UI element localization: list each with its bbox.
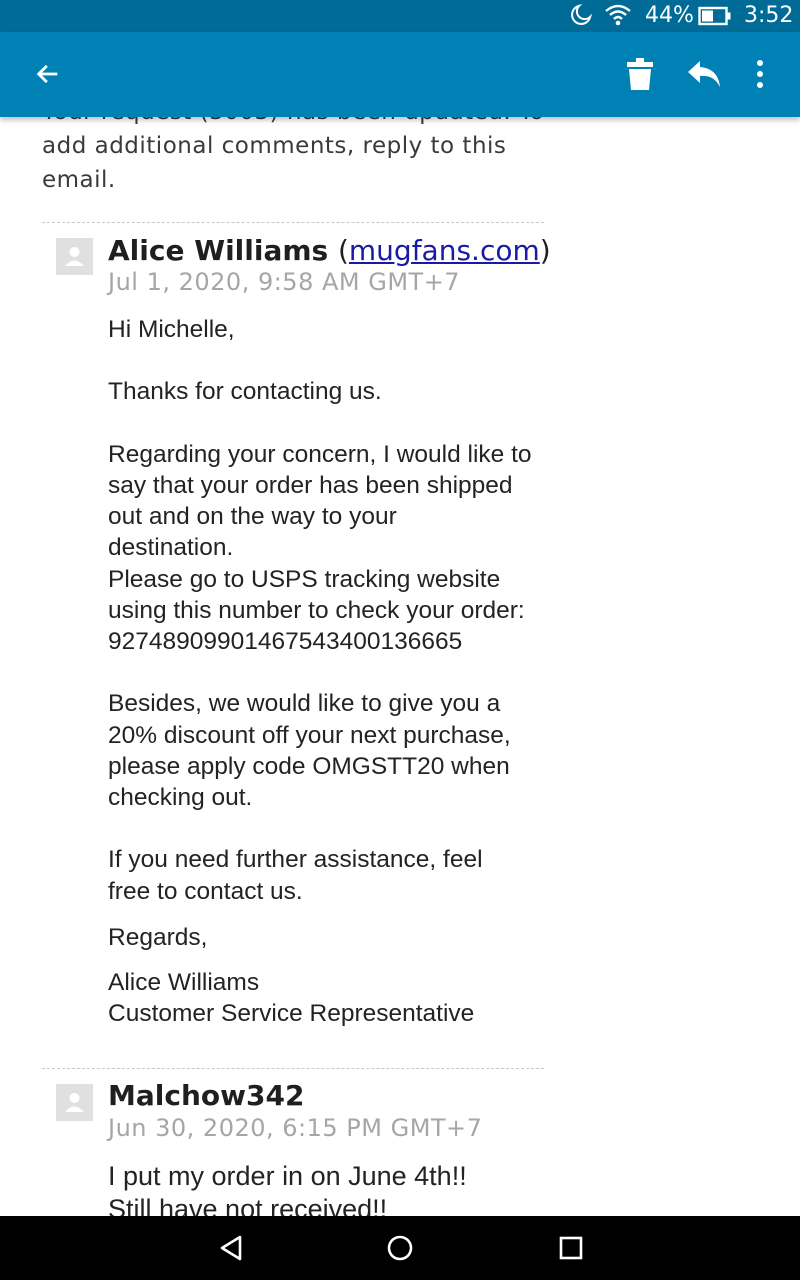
message-timestamp: Jul 1, 2020, 9:58 AM GMT+7 bbox=[108, 268, 461, 296]
email-thread[interactable]: Your request (3003) has been updated. To… bbox=[0, 117, 800, 1216]
back-button[interactable] bbox=[22, 48, 74, 100]
nav-home-button[interactable] bbox=[375, 1228, 425, 1268]
back-arrow-icon bbox=[36, 64, 58, 84]
avatar bbox=[56, 1084, 93, 1121]
tracking-number: 92748909901467543400136665 bbox=[108, 628, 463, 656]
clock: 3:52 bbox=[744, 3, 794, 28]
message-divider bbox=[42, 1068, 544, 1069]
app-bar bbox=[0, 32, 800, 117]
more-options-button[interactable] bbox=[734, 48, 786, 100]
signature-name: Alice Williams bbox=[108, 969, 260, 997]
signature-title: Customer Service Representative bbox=[108, 1000, 475, 1028]
nav-back-button[interactable] bbox=[206, 1228, 256, 1268]
avatar bbox=[56, 238, 93, 275]
message-author: Malchow342 bbox=[108, 1079, 305, 1112]
message-divider bbox=[42, 222, 544, 223]
battery-percent: 44% bbox=[645, 3, 694, 28]
person-placeholder-icon bbox=[65, 1093, 84, 1112]
message-author: Alice Williams (mugfans.com) bbox=[108, 234, 551, 267]
more-vertical-icon bbox=[757, 60, 763, 88]
delete-button[interactable] bbox=[614, 48, 666, 100]
message-timestamp: Jun 30, 2020, 6:15 PM GMT+7 bbox=[108, 1114, 483, 1142]
author-website-link[interactable]: mugfans.com bbox=[349, 234, 540, 267]
nav-recents-button[interactable] bbox=[546, 1228, 596, 1268]
system-nav-bar bbox=[0, 1216, 800, 1280]
trash-icon bbox=[627, 58, 653, 90]
person-placeholder-icon bbox=[65, 247, 84, 266]
reply-icon bbox=[688, 61, 720, 87]
ticket-update-notice: Your request (3003) has been updated. To… bbox=[42, 117, 544, 193]
reply-button[interactable] bbox=[678, 48, 730, 100]
back-triangle-icon bbox=[220, 1235, 242, 1261]
message-body: I put my order in on June 4th!! Still ha… bbox=[108, 1161, 467, 1216]
home-circle-icon bbox=[387, 1235, 413, 1261]
wifi-icon bbox=[604, 3, 632, 33]
battery-icon bbox=[698, 6, 732, 32]
do-not-disturb-icon bbox=[570, 4, 592, 32]
status-bar: 44% 3:52 bbox=[0, 0, 800, 32]
message-body: Hi Michelle, Thanks for contacting us. R… bbox=[108, 314, 548, 1029]
recents-square-icon bbox=[559, 1236, 583, 1260]
